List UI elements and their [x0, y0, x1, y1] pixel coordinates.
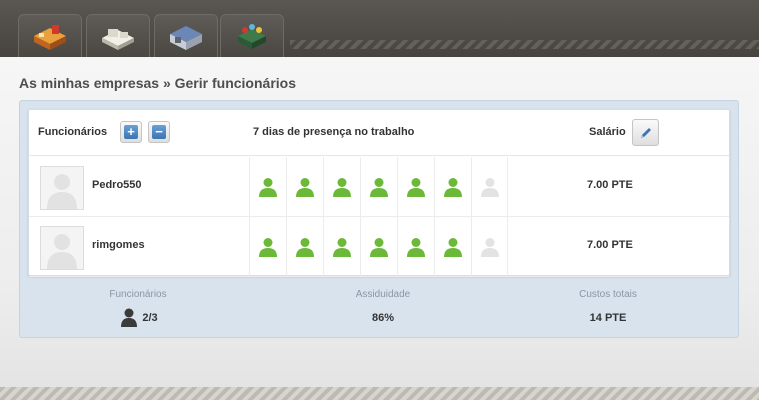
minus-icon: −	[152, 125, 166, 139]
salary-header-label: Salário	[589, 126, 626, 138]
warehouse-icon	[170, 26, 202, 50]
employee-name[interactable]: Pedro550	[92, 179, 142, 191]
summary-attendance-value: 86%	[371, 312, 395, 324]
avatar[interactable]	[40, 226, 84, 270]
tab-market[interactable]	[220, 14, 284, 57]
add-employee-button[interactable]: +	[120, 121, 142, 143]
employee-salary: 7.00 PTE	[587, 179, 633, 191]
table-row: Pedro550 7.00 PTE	[29, 157, 729, 217]
presence-present-icon	[397, 157, 434, 217]
presence-present-icon	[434, 157, 471, 217]
presence-present-icon	[249, 157, 286, 217]
plus-icon: +	[124, 125, 138, 139]
decorative-stripe	[290, 40, 759, 49]
presence-absent-icon	[471, 157, 508, 217]
decorative-bottom-stripe	[0, 387, 759, 400]
avatar[interactable]	[40, 166, 84, 210]
summary-employees-label: Funcionários	[109, 289, 167, 300]
presence-present-icon	[323, 217, 360, 277]
employees-header-label: Funcionários	[38, 126, 108, 138]
factory-icon	[102, 29, 134, 50]
market-stand-icon	[238, 24, 266, 49]
summary-total-costs-label: Custos totais	[579, 289, 637, 300]
remove-employee-button[interactable]: −	[148, 121, 170, 143]
presence-present-icon	[323, 157, 360, 217]
employees-table: Funcionários + − 7 dias de presença no t…	[28, 109, 730, 277]
summary-total-costs-value: 14 PTE	[589, 312, 627, 324]
presence-present-icon	[286, 217, 323, 277]
breadcrumb: As minhas empresas » Gerir funcionários	[19, 75, 296, 91]
presence-present-icon	[397, 217, 434, 277]
company-building-icon	[34, 25, 66, 50]
presence-present-icon	[434, 217, 471, 277]
edit-salary-button[interactable]	[632, 119, 659, 146]
presence-present-icon	[249, 217, 286, 277]
top-navigation-bar	[0, 0, 759, 57]
presence-absent-icon	[471, 217, 508, 277]
pencil-icon	[640, 127, 651, 138]
tab-company[interactable]	[18, 14, 82, 57]
summary-attendance-label: Assiduidade	[355, 289, 411, 300]
presence-header-label: 7 dias de presença no trabalho	[253, 126, 415, 138]
presence-present-icon	[286, 157, 323, 217]
table-header: Funcionários + − 7 dias de presença no t…	[29, 110, 729, 156]
employee-salary: 7.00 PTE	[587, 239, 633, 251]
tab-warehouse[interactable]	[154, 14, 218, 57]
employee-name[interactable]: rimgomes	[92, 239, 145, 251]
summary-employees-value: 2/3	[142, 312, 158, 324]
presence-present-icon	[360, 217, 397, 277]
table-row: rimgomes 7.00 PTE	[29, 217, 729, 277]
tab-factory[interactable]	[86, 14, 150, 57]
presence-present-icon	[360, 157, 397, 217]
